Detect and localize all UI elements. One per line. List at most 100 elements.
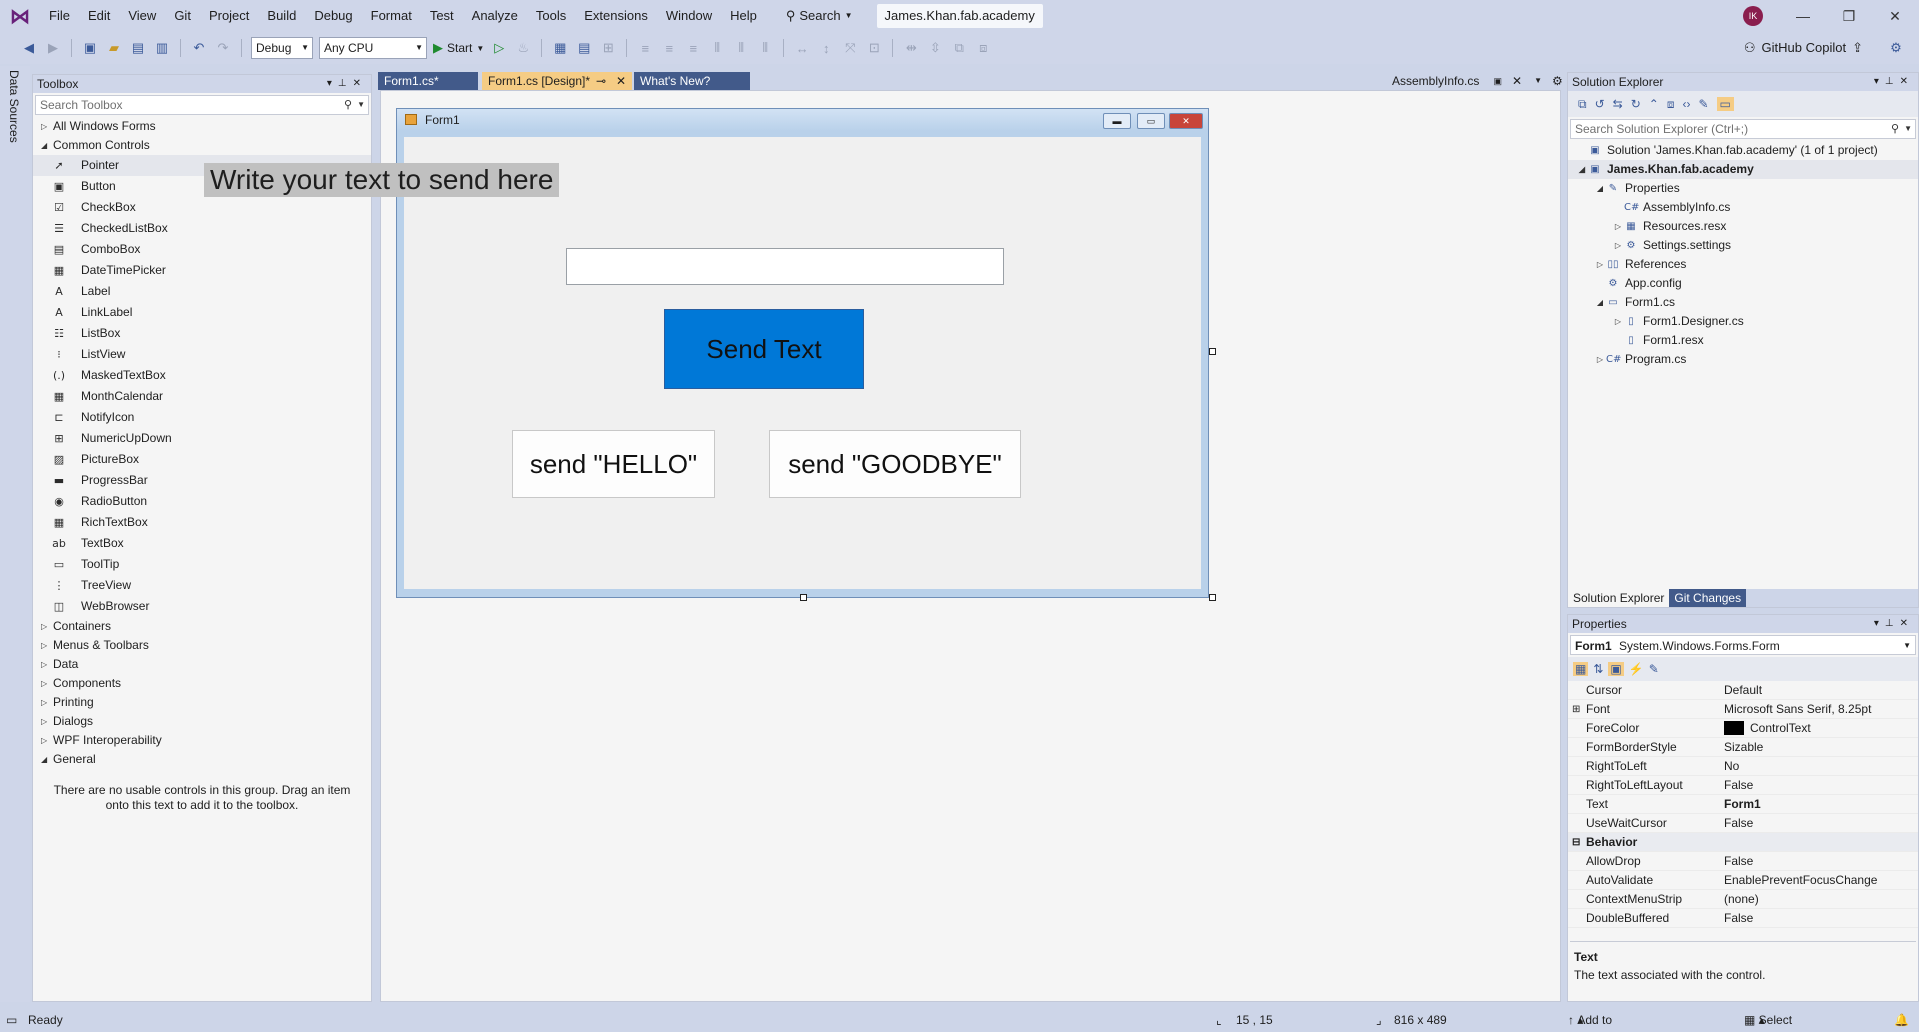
- expander-icon[interactable]: ▷: [1594, 350, 1606, 369]
- events-icon[interactable]: ⚡: [1629, 662, 1644, 676]
- property-row[interactable]: ContextMenuStrip (none): [1568, 890, 1918, 909]
- hot-reload-icon[interactable]: ♨: [514, 39, 532, 57]
- save-all-icon[interactable]: ▥: [153, 39, 171, 57]
- show-all-files-icon[interactable]: ⧈: [1667, 97, 1675, 112]
- align-middles-icon[interactable]: ⫴: [732, 39, 750, 57]
- tree-item[interactable]: ⚙ App.config: [1568, 274, 1918, 293]
- form-textbox[interactable]: [566, 248, 1004, 285]
- tab-settings-icon[interactable]: ⚙: [1546, 72, 1569, 90]
- add-source-control-button[interactable]: ↑ Add to Source Control ▴: [1568, 1008, 1612, 1032]
- resize-handle-corner[interactable]: [1209, 594, 1216, 601]
- toolbox-item-monthcalendar[interactable]: ▦ MonthCalendar: [33, 386, 371, 407]
- close-icon[interactable]: ✕: [1900, 76, 1914, 87]
- minimize-icon[interactable]: —: [1780, 0, 1826, 32]
- properties-wrench-icon[interactable]: ✎: [1698, 97, 1708, 111]
- align-centers-icon[interactable]: ≡: [660, 39, 678, 57]
- expander-icon[interactable]: ◢: [1594, 179, 1606, 198]
- property-value-cell[interactable]: False: [1720, 776, 1918, 794]
- toolbox-item-label[interactable]: A Label: [33, 281, 371, 302]
- property-row[interactable]: RightToLeftLayout False: [1568, 776, 1918, 795]
- resize-handle-bottom[interactable]: [800, 594, 807, 601]
- collapse-icon[interactable]: ⊟: [1572, 833, 1580, 852]
- property-value-cell[interactable]: EnablePreventFocusChange: [1720, 871, 1918, 889]
- property-row[interactable]: RightToLeft No: [1568, 757, 1918, 776]
- chevron-down-icon[interactable]: ▼: [1534, 72, 1542, 90]
- pin-icon[interactable]: ⊥: [1885, 618, 1900, 629]
- menu-help[interactable]: Help: [721, 0, 766, 32]
- view-code-icon[interactable]: ‹›: [1682, 97, 1690, 111]
- close-icon[interactable]: ✕: [1512, 72, 1522, 90]
- group-common-controls[interactable]: ◢ Common Controls: [33, 136, 371, 155]
- chevron-down-icon[interactable]: ▾: [1874, 618, 1885, 629]
- toolbox-search-input[interactable]: Search Toolbox ⚲ ▼: [35, 95, 369, 115]
- toolbox-item-radiobutton[interactable]: ◉ RadioButton: [33, 491, 371, 512]
- forward-icon[interactable]: ▶: [44, 39, 62, 57]
- chevron-down-icon[interactable]: ▼: [1904, 120, 1912, 138]
- toolbox-item-combobox[interactable]: ▤ ComboBox: [33, 239, 371, 260]
- tree-item[interactable]: C# AssemblyInfo.cs: [1568, 198, 1918, 217]
- vertical-spacing-icon[interactable]: ⇳: [926, 39, 944, 57]
- tab-assemblyinfo[interactable]: AssemblyInfo.cs ▣ ✕ ▼: [1386, 72, 1546, 90]
- notifications-icon[interactable]: 🔔: [1894, 1008, 1909, 1032]
- toolbox-group[interactable]: ▷ Dialogs: [33, 712, 371, 731]
- user-avatar[interactable]: IK: [1743, 6, 1763, 26]
- global-search-button[interactable]: ⚲ Search ▼: [776, 5, 863, 27]
- menu-build[interactable]: Build: [258, 0, 305, 32]
- chevron-down-icon[interactable]: ▼: [357, 96, 365, 114]
- toolbox-item-textbox[interactable]: ab TextBox: [33, 533, 371, 554]
- menu-git[interactable]: Git: [165, 0, 200, 32]
- menu-project[interactable]: Project: [200, 0, 258, 32]
- start-without-debugging-icon[interactable]: ▷: [490, 39, 508, 57]
- toolbox-item-notifyicon[interactable]: ⊏ NotifyIcon: [33, 407, 371, 428]
- bring-to-front-icon[interactable]: ⧉: [950, 39, 968, 57]
- close-icon[interactable]: ✕: [616, 72, 626, 90]
- properties-object-select[interactable]: Form1 System.Windows.Forms.Form ▼: [1570, 635, 1916, 655]
- toolbox-item-numericupdown[interactable]: ⊞ NumericUpDown: [33, 428, 371, 449]
- property-row[interactable]: AllowDrop False: [1568, 852, 1918, 871]
- platform-select[interactable]: Any CPU ▼: [319, 37, 427, 59]
- browse-icon[interactable]: ▦: [551, 39, 569, 57]
- property-value-cell[interactable]: ControlText: [1720, 719, 1918, 737]
- pin-icon[interactable]: ⊥: [1885, 76, 1900, 87]
- preview-icon[interactable]: ▭: [1716, 97, 1734, 111]
- property-row[interactable]: ⊞ Font Microsoft Sans Serif, 8.25pt: [1568, 700, 1918, 719]
- new-project-icon[interactable]: ▣: [81, 39, 99, 57]
- collapse-all-icon[interactable]: ⌃: [1649, 97, 1659, 111]
- pin-icon[interactable]: ⊸: [596, 72, 606, 90]
- close-icon[interactable]: ✕: [1900, 618, 1914, 629]
- menu-extensions[interactable]: Extensions: [575, 0, 657, 32]
- expander-icon[interactable]: ▷: [1612, 312, 1624, 331]
- toolbox-item-picturebox[interactable]: ▨ PictureBox: [33, 449, 371, 470]
- align-grid-icon[interactable]: ⊞: [599, 39, 617, 57]
- size-to-grid-icon[interactable]: ⊡: [865, 39, 883, 57]
- toolbox-empty-note[interactable]: There are no usable controls in this gro…: [33, 783, 371, 813]
- property-value-cell[interactable]: (none): [1720, 890, 1918, 908]
- expander-icon[interactable]: ▷: [1594, 255, 1606, 274]
- group-all-windows-forms[interactable]: ▷ All Windows Forms: [33, 117, 371, 136]
- toolbox-item-listview[interactable]: ⁝ ListView: [33, 344, 371, 365]
- toolbox-group[interactable]: ▷ Data: [33, 655, 371, 674]
- send-to-back-icon[interactable]: ⧈: [974, 39, 992, 57]
- align-lefts-icon[interactable]: ≡: [636, 39, 654, 57]
- property-value-cell[interactable]: False: [1720, 814, 1918, 832]
- property-value-cell[interactable]: [1720, 833, 1918, 851]
- make-same-size-icon[interactable]: ⤧: [841, 39, 859, 57]
- horizontal-spacing-icon[interactable]: ⇹: [902, 39, 920, 57]
- pin-icon[interactable]: ▣: [1493, 72, 1502, 90]
- group-general[interactable]: ◢ General: [33, 750, 371, 769]
- properties-icon[interactable]: ▣: [1608, 662, 1624, 676]
- property-row[interactable]: DoubleBuffered False: [1568, 909, 1918, 928]
- menu-test[interactable]: Test: [421, 0, 463, 32]
- switch-views-icon[interactable]: ⧉: [1578, 97, 1587, 112]
- make-same-width-icon[interactable]: ↔: [793, 39, 811, 57]
- property-value-cell[interactable]: Sizable: [1720, 738, 1918, 756]
- toolbox-item-progressbar[interactable]: ▬ ProgressBar: [33, 470, 371, 491]
- data-sources-tab[interactable]: Data Sources: [7, 70, 21, 143]
- expand-icon[interactable]: ⊞: [1572, 700, 1580, 719]
- property-row[interactable]: FormBorderStyle Sizable: [1568, 738, 1918, 757]
- undo-icon[interactable]: ↶: [190, 39, 208, 57]
- property-value-cell[interactable]: No: [1720, 757, 1918, 775]
- back-icon[interactable]: ◀: [20, 39, 38, 57]
- align-bottoms-icon[interactable]: ⫴: [756, 39, 774, 57]
- toolbox-group[interactable]: ▷ Containers: [33, 617, 371, 636]
